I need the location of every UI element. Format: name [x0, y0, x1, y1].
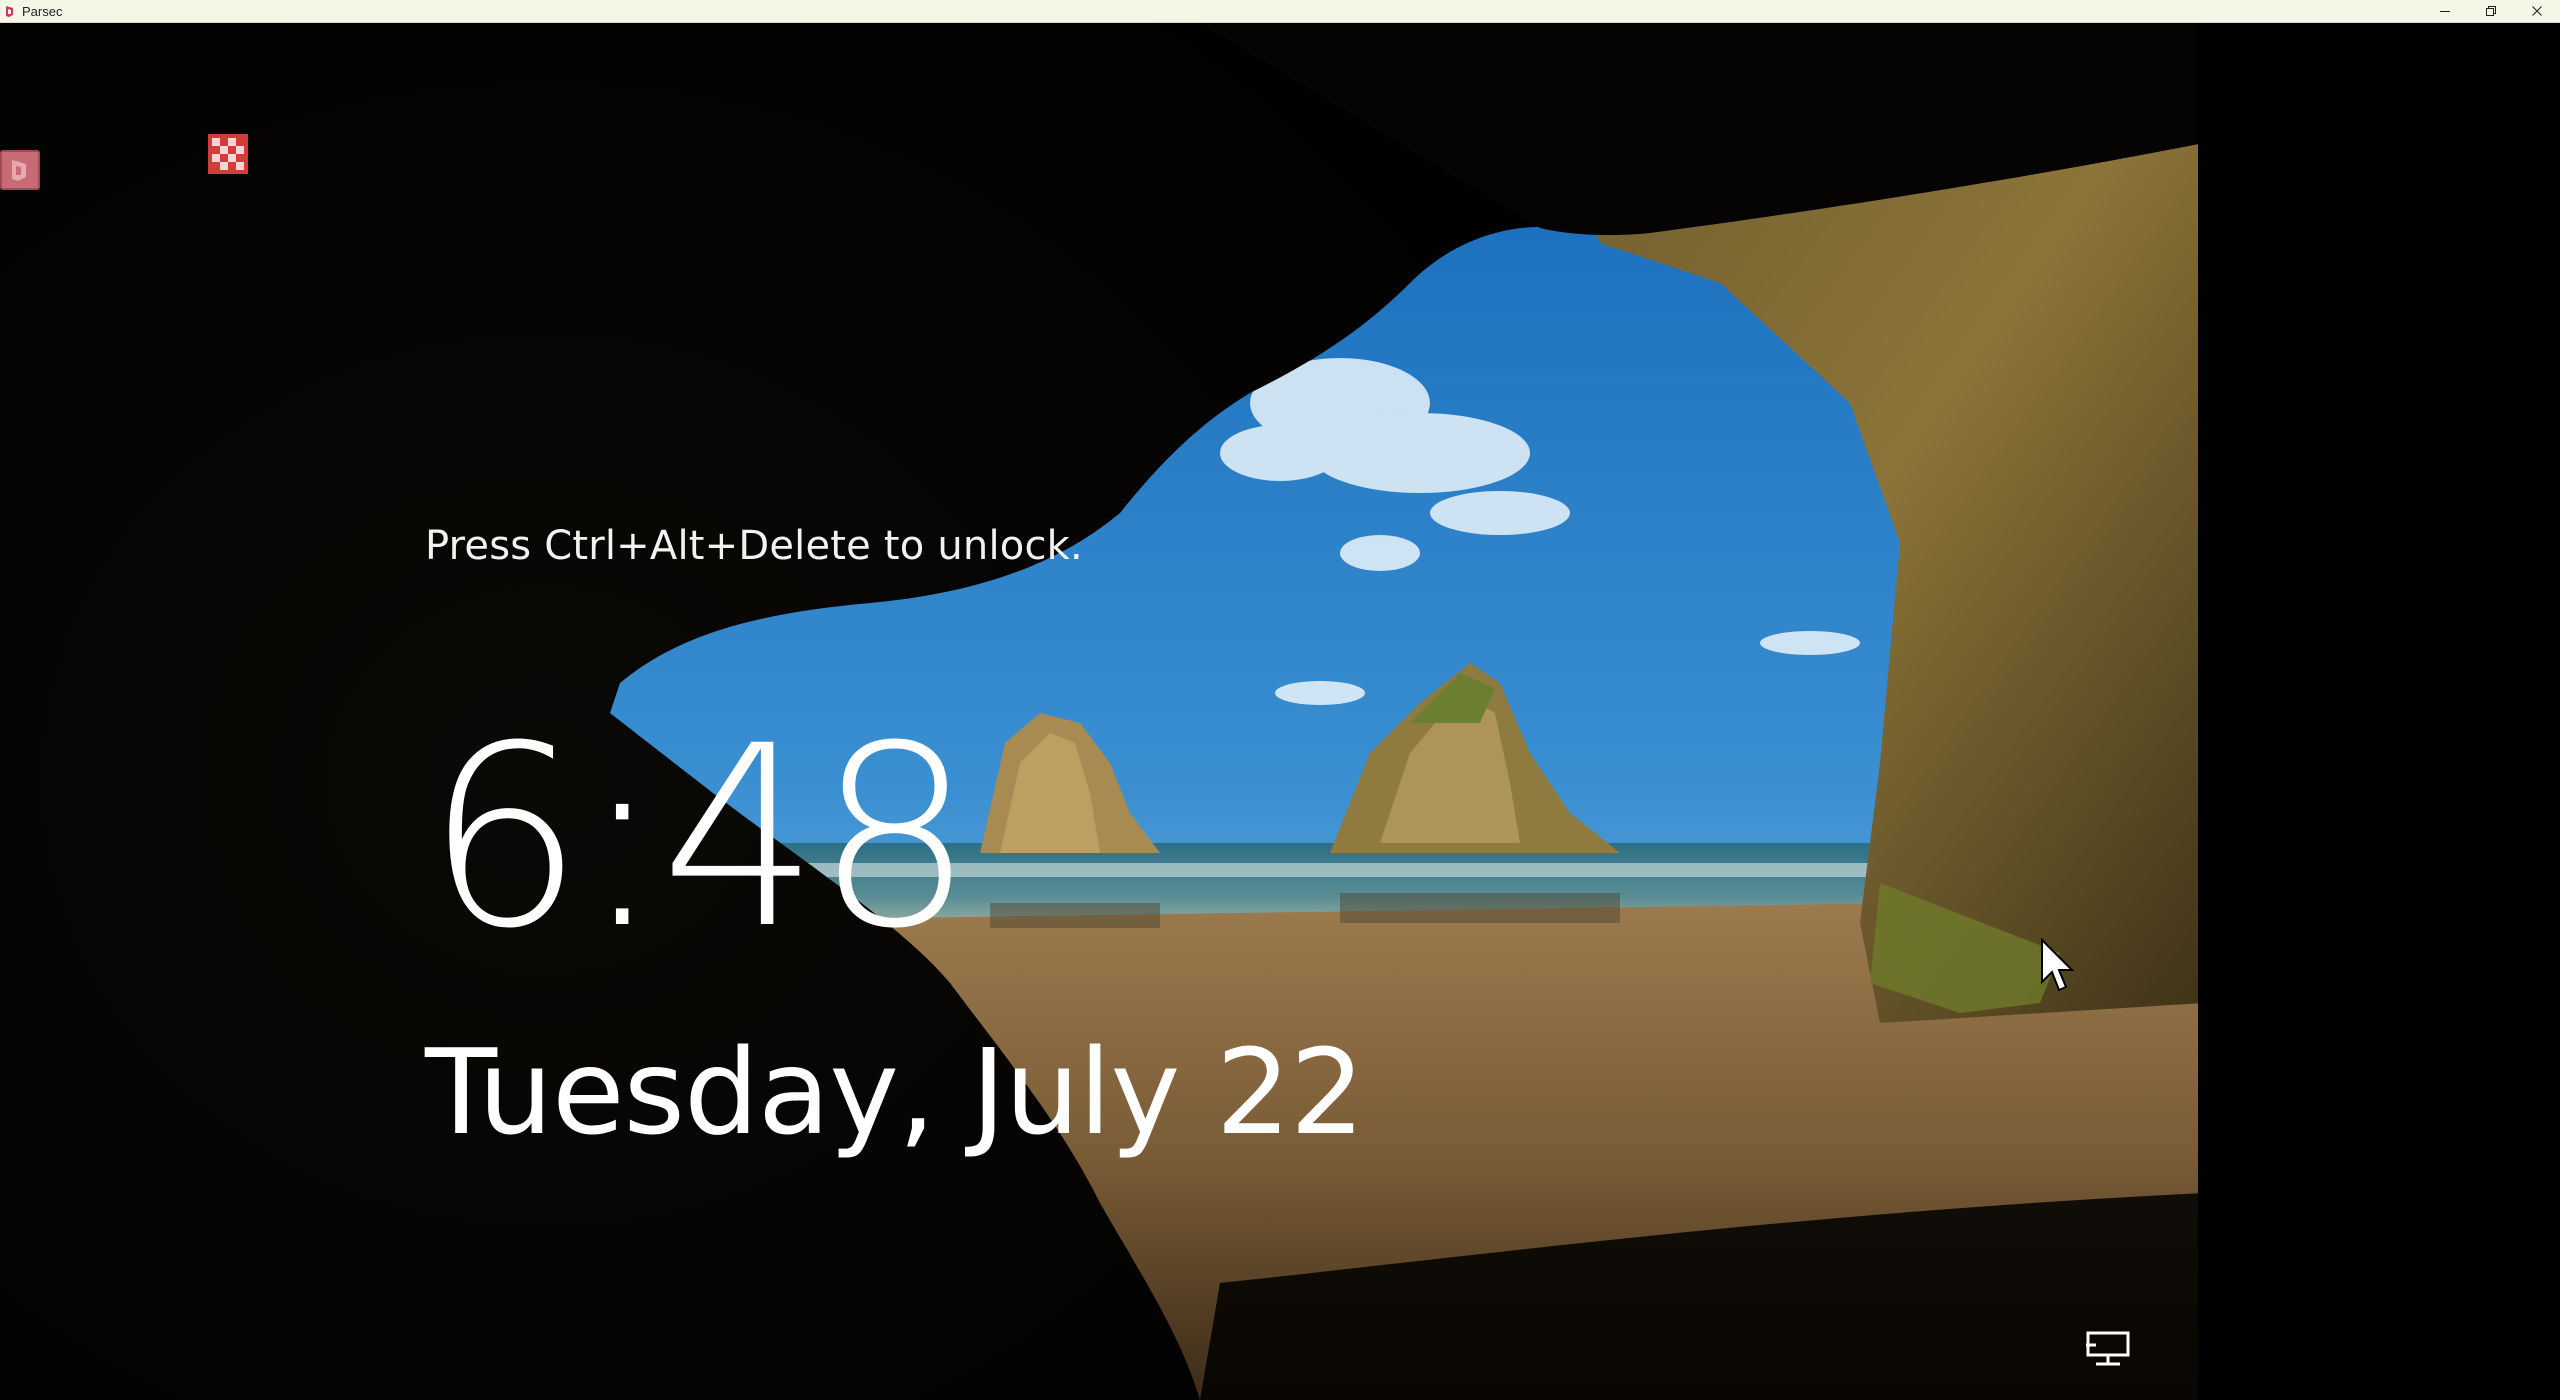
parsec-app-icon [5, 5, 15, 18]
lockscreen-background-image [0, 23, 2204, 1400]
minimize-button[interactable] [2422, 0, 2468, 22]
window-titlebar[interactable]: Parsec [0, 0, 2560, 23]
restore-icon [2486, 6, 2496, 16]
window-controls [2422, 0, 2560, 22]
checker-icon[interactable] [208, 134, 248, 174]
parsec-overlay-button[interactable] [0, 150, 40, 190]
minimize-icon [2440, 11, 2450, 12]
close-icon [2532, 6, 2542, 16]
parsec-logo-icon [12, 160, 26, 181]
windows-lock-screen[interactable]: Press Ctrl+Alt+Delete to unlock. 6:48 Tu… [0, 23, 2204, 1400]
network-icon[interactable] [2085, 1329, 2134, 1369]
window-title: Parsec [22, 3, 63, 19]
remote-stream-view[interactable]: Press Ctrl+Alt+Delete to unlock. 6:48 Tu… [0, 23, 2560, 1400]
close-button[interactable] [2514, 0, 2560, 22]
maximize-button[interactable] [2468, 0, 2514, 22]
lockscreen-date: Tuesday, July 22 [425, 1023, 1365, 1161]
mouse-cursor-icon [2040, 937, 2075, 994]
lockscreen-clock: 6:48 [425, 692, 974, 983]
unlock-hint-text: Press Ctrl+Alt+Delete to unlock. [425, 523, 1083, 569]
